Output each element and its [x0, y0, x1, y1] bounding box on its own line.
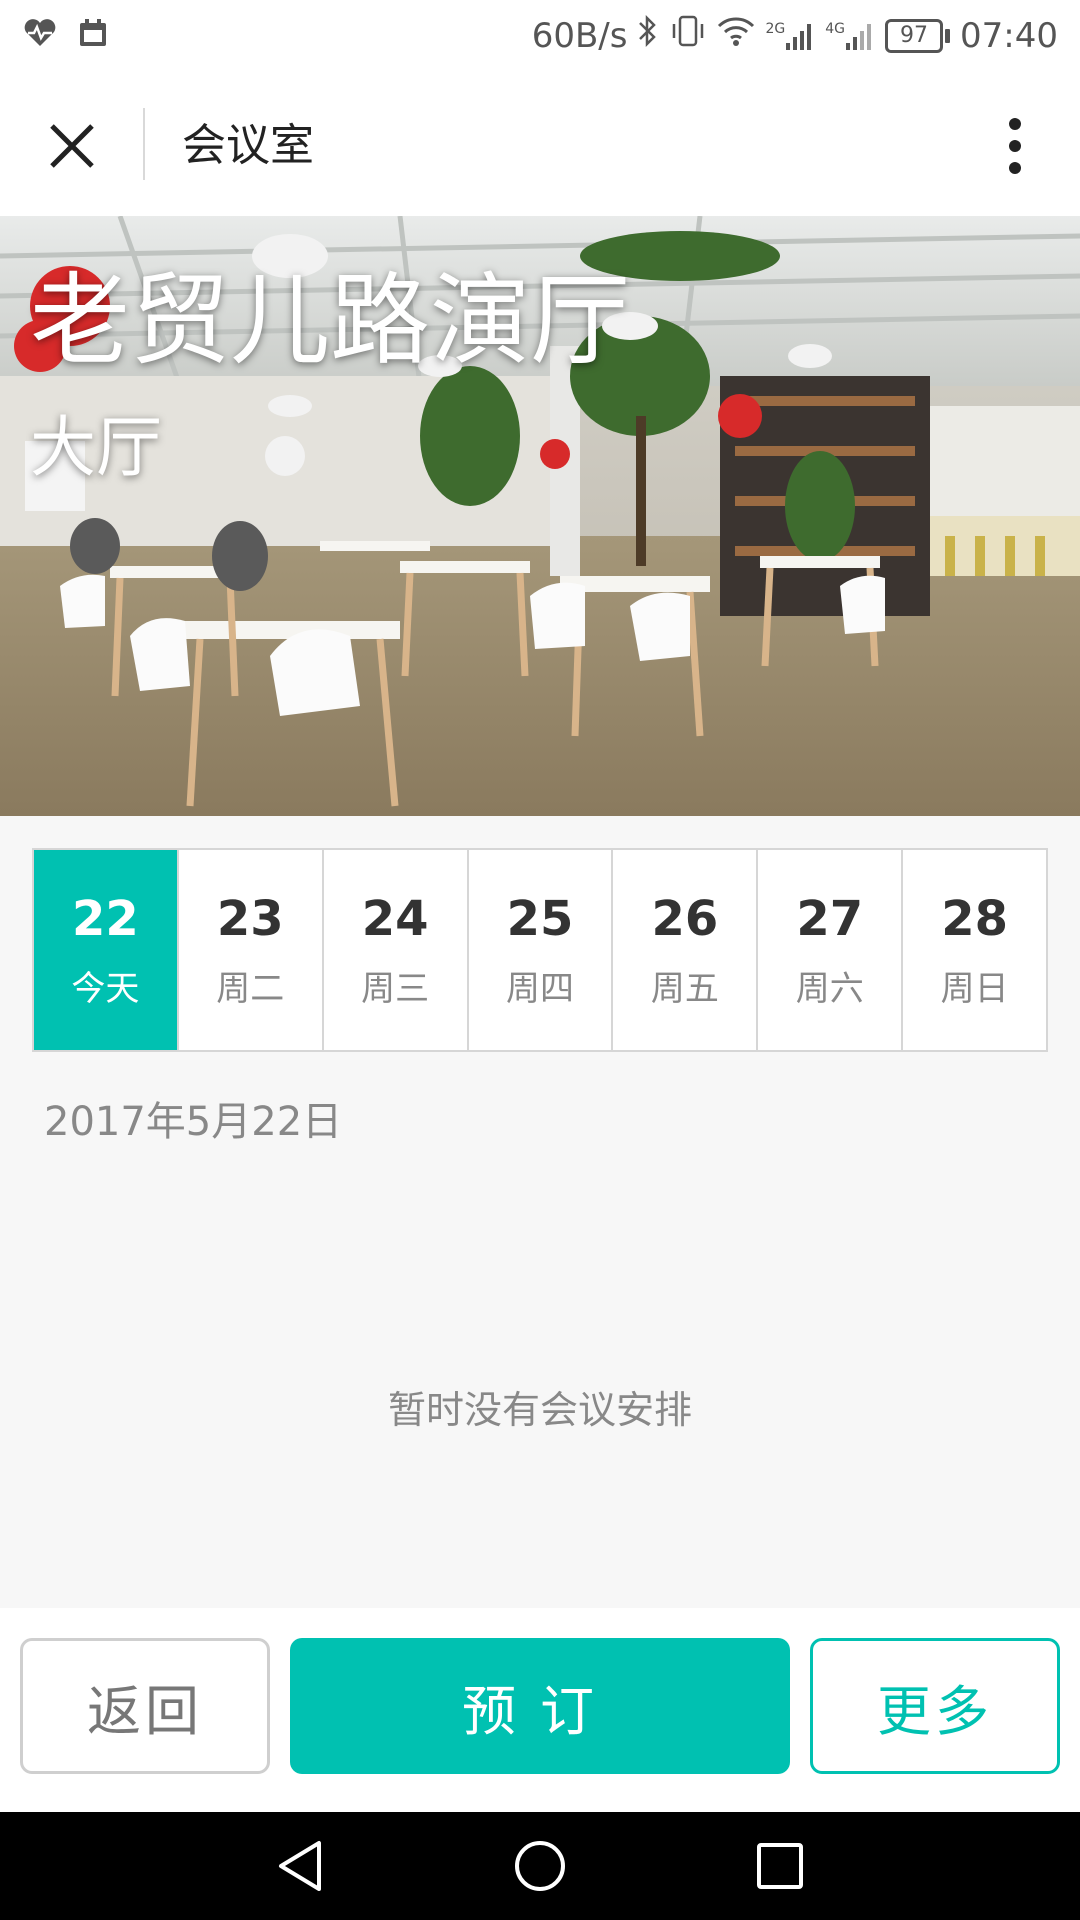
- bluetooth-icon: [637, 14, 659, 57]
- recents-square-icon: [757, 1843, 803, 1889]
- home-circle-icon: [515, 1841, 565, 1891]
- nav-back-button[interactable]: [268, 1834, 332, 1898]
- date-day: 22: [72, 891, 139, 947]
- date-day: 25: [506, 891, 574, 947]
- signal-2g-icon: 2G: [765, 21, 815, 51]
- hero-title: 老贸儿路演厅: [30, 262, 630, 379]
- more-button[interactable]: 更多: [810, 1638, 1060, 1774]
- empty-schedule-message: 暂时没有会议安排: [387, 1388, 692, 1432]
- nav-home-button[interactable]: [508, 1834, 572, 1898]
- action-bar: 返回 预订 更多: [0, 1608, 1080, 1812]
- date-cell-22[interactable]: 22 今天: [34, 850, 179, 1050]
- health-icon: [22, 18, 58, 52]
- date-cell-28[interactable]: 28 周日: [903, 850, 1046, 1050]
- status-bar: 60B/s 2G 4G 97 07:40: [0, 0, 1080, 74]
- date-day: 28: [941, 891, 1008, 947]
- signal-4g-icon: 4G: [825, 21, 875, 51]
- wifi-icon: [717, 15, 755, 56]
- page-title: 会议室: [182, 120, 314, 171]
- selected-date-label: 2017年5月22日: [44, 1099, 343, 1145]
- date-day: 26: [651, 891, 719, 947]
- nav-recents-button[interactable]: [748, 1834, 812, 1898]
- book-button[interactable]: 预订: [290, 1638, 790, 1774]
- more-menu-button[interactable]: [980, 104, 1050, 188]
- date-cell-25[interactable]: 25 周四: [469, 850, 614, 1050]
- date-cell-26[interactable]: 26 周五: [613, 850, 759, 1050]
- date-day: 24: [361, 891, 429, 947]
- date-picker: 22 今天 23 周二 24 周三 25 周四 26 周五 27 周六 28 周…: [32, 848, 1048, 1052]
- date-day: 27: [796, 891, 864, 947]
- close-icon: [50, 124, 94, 168]
- date-cell-23[interactable]: 23 周二: [179, 850, 324, 1050]
- battery-icon: 97: [885, 18, 951, 53]
- date-day: 23: [216, 891, 284, 947]
- calendar-icon: [78, 18, 108, 52]
- close-button[interactable]: [30, 104, 114, 188]
- date-weekday: 今天: [71, 969, 140, 1009]
- back-triangle-icon: [279, 1841, 321, 1891]
- hero-subtitle: 大厅: [30, 409, 162, 486]
- date-weekday: 周三: [361, 969, 430, 1009]
- net-speed: 60B/s: [531, 15, 628, 56]
- title-divider: [143, 108, 145, 180]
- vibrate-icon: [669, 14, 707, 57]
- system-nav-bar: [0, 1812, 1080, 1920]
- title-bar: 会议室: [0, 74, 1080, 216]
- more-vertical-icon: [1009, 118, 1021, 174]
- date-cell-27[interactable]: 27 周六: [758, 850, 904, 1050]
- clock: 07:40: [960, 15, 1058, 56]
- date-cell-24[interactable]: 24 周三: [324, 850, 469, 1050]
- date-weekday: 周四: [506, 969, 574, 1009]
- hero-banner: 老贸儿路演厅 大厅: [0, 216, 1080, 816]
- back-button[interactable]: 返回: [20, 1638, 270, 1774]
- date-weekday: 周日: [940, 969, 1009, 1009]
- date-weekday: 周六: [795, 969, 864, 1009]
- date-weekday: 周五: [650, 969, 719, 1009]
- date-weekday: 周二: [216, 969, 285, 1009]
